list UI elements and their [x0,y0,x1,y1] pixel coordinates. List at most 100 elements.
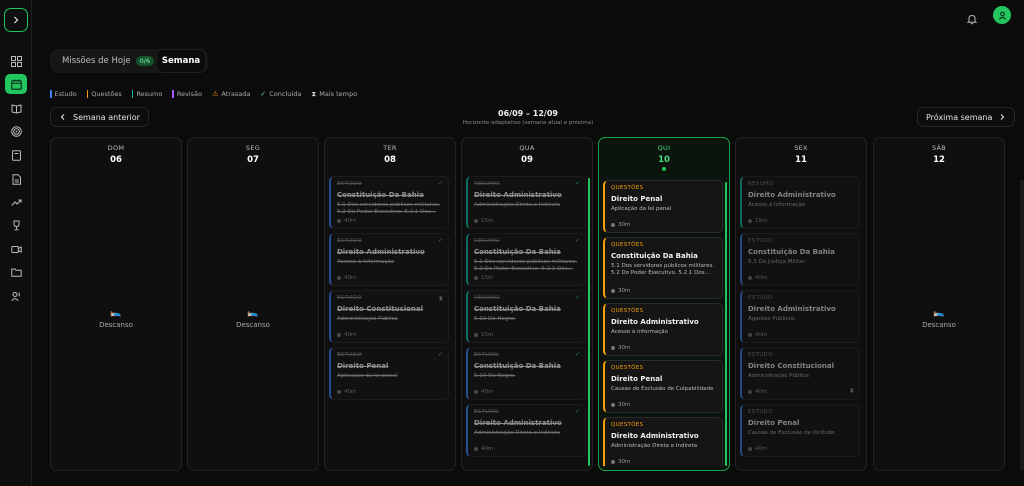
task-card[interactable]: ESTUDO Direito Constitucional Administra… [329,290,449,343]
hourglass-icon: ⧗ [311,89,317,98]
tab-today[interactable]: Missões de Hoje 0/6 [62,49,155,73]
next-week-button[interactable]: Próxima semana [917,107,1016,127]
bed-icon: 🛌 [110,308,122,318]
check-icon: ✓ [574,294,580,301]
user-avatar-button[interactable] [993,6,1011,24]
task-card[interactable]: ESTUDO Direito Penal Aplicação da lei pe… [329,347,449,400]
task-list: QUESTÕES Direito Penal Aplicação da lei … [603,180,723,466]
nav-trending[interactable] [5,192,27,212]
task-card[interactable]: QUESTÕES Constituição Da Bahia 5.1 Dos s… [603,237,723,299]
task-desc: Acesso à Informação [748,202,806,208]
task-type: ESTUDO [748,352,773,358]
task-card[interactable]: QUESTÕES Direito Administrativo Administ… [603,417,723,466]
legend: Estudo Questões Resumo Revisão ⚠ Atrasada… [50,88,357,100]
task-desc: Administração Direta e Indireta [474,430,561,436]
nav-video[interactable] [5,239,27,259]
next-week-label: Próxima semana [926,112,993,122]
nav-trophy[interactable] [5,215,27,235]
task-card[interactable]: ESTUDO Direito Administrativo Acesso à I… [329,233,449,286]
rest-label: Descanso [99,321,133,329]
task-type: QUESTÕES [611,365,644,371]
task-card[interactable]: QUESTÕES Direito Penal Aplicação da lei … [603,180,723,233]
tab-today-label: Missões de Hoje [62,56,131,66]
task-card[interactable]: ESTUDO Direito Administrativo Agentes Pú… [740,290,860,343]
task-title: Direito Constitucional [337,305,424,313]
warning-icon: ⚠ [212,90,219,98]
task-card[interactable]: RESUMO Direito Administrativo Acesso à I… [740,176,860,229]
task-card[interactable]: ESTUDO Constituição Da Bahia 5.1 Dos ser… [329,176,449,229]
task-card[interactable]: RESUMO Constituição Da Bahia 5.1 Dos ser… [466,233,586,286]
task-card[interactable]: QUESTÕES Direito Penal Causas de Exclusã… [603,360,723,413]
task-type: RESUMO [474,238,500,244]
day-header: SÁB 12 [874,138,1004,174]
task-duration: 40m [748,446,767,452]
legend-mais-tempo: ⧗ Mais tempo [311,90,357,99]
task-card[interactable]: ESTUDO Constituição Da Bahia 5.10 Do Neg… [466,347,586,400]
task-title: Direito Penal [611,375,663,383]
task-card[interactable]: RESUMO Direito Administrativo Administra… [466,176,586,229]
page-scrollbar[interactable] [1020,180,1024,470]
bed-icon: 🛌 [933,308,945,318]
day-name: SEG [245,144,261,152]
task-title: Direito Administrativo [337,248,425,256]
task-card[interactable]: ESTUDO Direito Administrativo Administra… [466,404,586,457]
hourglass-icon: ⧗ [849,387,854,394]
task-desc: 5.1 Dos servidores públicos militares. 5… [474,259,578,272]
nav-calendar[interactable] [5,74,27,94]
nav-users[interactable] [5,286,27,306]
nav-dashboard[interactable] [5,51,27,71]
day-name: DOM [107,144,125,152]
task-title: Direito Administrativo [748,191,836,199]
task-card[interactable]: QUESTÕES Direito Administrativo Acesso à… [603,303,723,356]
task-title: Constituição Da Bahia [474,305,561,313]
task-type: ESTUDO [337,295,362,301]
today-progress-badge: 0/6 [135,56,155,66]
task-title: Constituição Da Bahia [748,248,835,256]
task-desc: Administração Direta e Indireta [474,202,561,208]
task-duration: 30m [611,222,630,228]
task-desc: 5.1 Dos servidores públicos militares. 5… [337,202,441,215]
day-number: 10 [658,155,670,165]
scrollbar[interactable] [725,182,727,466]
task-card[interactable]: ESTUDO Direito Constitucional Administra… [740,347,860,400]
task-title: Direito Administrativo [474,419,562,427]
rest-day: 🛌 Descanso [874,308,1004,329]
task-title: Direito Constitucional [748,362,835,370]
task-desc: Acesso à Informação [337,259,395,265]
task-type: RESUMO [474,181,500,187]
task-desc: Aplicação da lei penal [611,206,672,212]
tab-week[interactable]: Semana [156,49,206,73]
scrollbar[interactable] [588,178,590,466]
nav-folder[interactable] [5,262,27,282]
legend-questoes: Questões [86,90,122,98]
nav-notebook[interactable] [5,145,27,165]
day-header: TER 08 [325,138,455,174]
task-title: Constituição Da Bahia [337,191,424,199]
day-header: DOM 06 [51,138,181,174]
task-card[interactable]: RESUMO Constituição Da Bahia 5.10 Do Neg… [466,290,586,343]
task-duration: 40m [474,446,493,452]
nav-target[interactable] [5,121,27,141]
nav-file[interactable] [5,169,27,189]
day-column-sex: SEX 11 RESUMO Direito Administrativo Ace… [735,137,867,471]
task-desc: Administração Pública [748,373,809,379]
task-type: ESTUDO [748,295,773,301]
task-card[interactable]: ESTUDO Constituição Da Bahia 5.3 Da Just… [740,233,860,286]
prev-week-button[interactable]: Semana anterior [50,107,149,127]
legend-revisao-label: Revisão [176,90,203,98]
sidebar-toggle-button[interactable] [4,8,28,32]
check-icon: ✓ [437,237,443,244]
task-duration: 30m [611,459,630,465]
legend-estudo: Estudo [50,90,77,98]
notifications-button[interactable] [966,10,978,25]
nav-book[interactable] [5,98,27,118]
task-duration: 40m [474,389,493,395]
task-card[interactable]: ESTUDO Direito Penal Causas de Exclusão … [740,404,860,457]
task-desc: Causas de Exclusão de Culpabilidade [611,386,714,392]
task-type: RESUMO [748,181,774,187]
legend-concluida: ✓ Concluída [260,90,301,98]
users-icon [10,291,20,301]
legend-mais-tempo-label: Mais tempo [319,90,358,98]
day-name: TER [383,144,397,152]
day-number: 06 [110,155,122,165]
